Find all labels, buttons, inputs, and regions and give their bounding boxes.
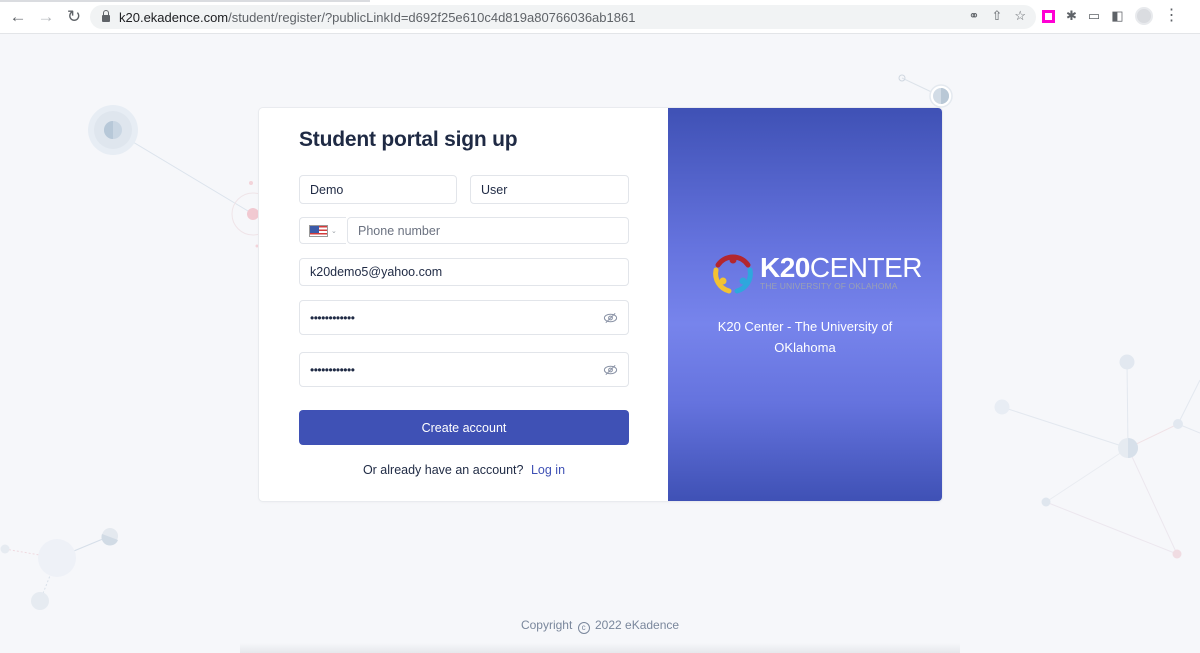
side-panel-icon[interactable]: ◧ [1111,8,1123,24]
login-link[interactable]: Log in [531,463,565,477]
network-cluster-bottom-left [0,528,118,610]
create-account-button[interactable]: Create account [299,410,629,445]
page-title: Student portal sign up [299,128,518,151]
brand-caption: K20 Center - The University of OKlahoma [717,319,893,355]
tab-strip-edge [0,0,370,2]
share-icon[interactable]: ⇧ [991,8,1002,24]
network-cluster-top-right [898,74,953,108]
back-arrow-icon[interactable]: ← [5,4,31,30]
address-bar[interactable]: k20.ekadence.com/student/register/?publi… [90,5,1036,29]
logo-subtitle: THE UNIVERSITY OF OKLAHOMA [760,281,898,291]
eye-slash-icon[interactable] [603,364,618,376]
last-name-value: User [481,182,508,197]
last-name-field[interactable]: User [470,175,629,204]
confirm-password-field[interactable]: •••••••••••• [299,352,629,387]
lock-icon[interactable] [102,10,110,22]
password-mask: •••••••••••• [310,310,355,325]
password-field[interactable]: •••••••••••• [299,300,629,335]
chevron-down-icon: ⌄ [331,227,337,235]
email-value: k20demo5@yahoo.com [310,265,443,279]
bottom-edge-shadow [240,643,960,653]
network-cluster-bottom-right [994,354,1200,559]
signup-form: Student portal sign up Demo User ⌄ Phone… [259,108,668,501]
cast-icon[interactable]: ▭ [1088,8,1100,24]
key-icon[interactable]: ⚭ [969,8,980,24]
profile-avatar[interactable] [1134,7,1153,25]
brand-panel: K20CENTER THE UNIVERSITY OF OKLAHOMA K20… [668,108,942,501]
first-name-value: Demo [310,182,344,197]
reload-icon[interactable]: ↻ [61,4,87,30]
logo-center-text: CENTER [809,252,923,283]
url-path: /student/register/?publicLinkId=d692f25e… [228,9,636,25]
copyright-label: Copyright [520,618,573,632]
copyright-footer: Copyright c 2022 eKadence [0,618,1200,634]
logo-k20-text: K20 [760,252,810,283]
forward-arrow-icon[interactable]: → [33,4,59,30]
phone-number-input[interactable]: Phone number [347,217,629,244]
url-text[interactable]: k20.ekadence.com/student/register/?publi… [119,10,635,25]
country-code-select[interactable]: ⌄ [299,217,346,244]
copyright-icon: c [577,622,590,634]
login-prompt-text: Or already have an account? [362,463,524,477]
us-flag-icon [309,224,328,237]
confirm-password-mask: •••••••••••• [310,362,355,377]
login-prompt: Or already have an account? Log in [299,463,629,477]
more-menu-icon[interactable]: ⋮ [1164,8,1180,24]
first-name-field[interactable]: Demo [299,175,457,204]
k20-people-circle-icon [713,254,753,294]
browser-toolbar: ← → ↻ k20.ekadence.com/student/register/… [0,0,1200,34]
k20-center-logo: K20CENTER THE UNIVERSITY OF OKLAHOMA [710,251,923,297]
url-host: k20.ekadence.com [119,9,229,25]
copyright-owner: 2022 eKadence [594,618,680,632]
extension-pink-icon[interactable] [1042,9,1055,23]
email-field[interactable]: k20demo5@yahoo.com [299,258,629,286]
network-cluster-top-left [88,105,275,248]
puzzle-icon[interactable]: ✱ [1066,8,1077,24]
phone-placeholder: Phone number [358,223,441,238]
eye-slash-icon[interactable] [603,312,618,324]
signup-card: Student portal sign up Demo User ⌄ Phone… [259,108,942,501]
star-icon[interactable]: ☆ [1014,8,1026,24]
